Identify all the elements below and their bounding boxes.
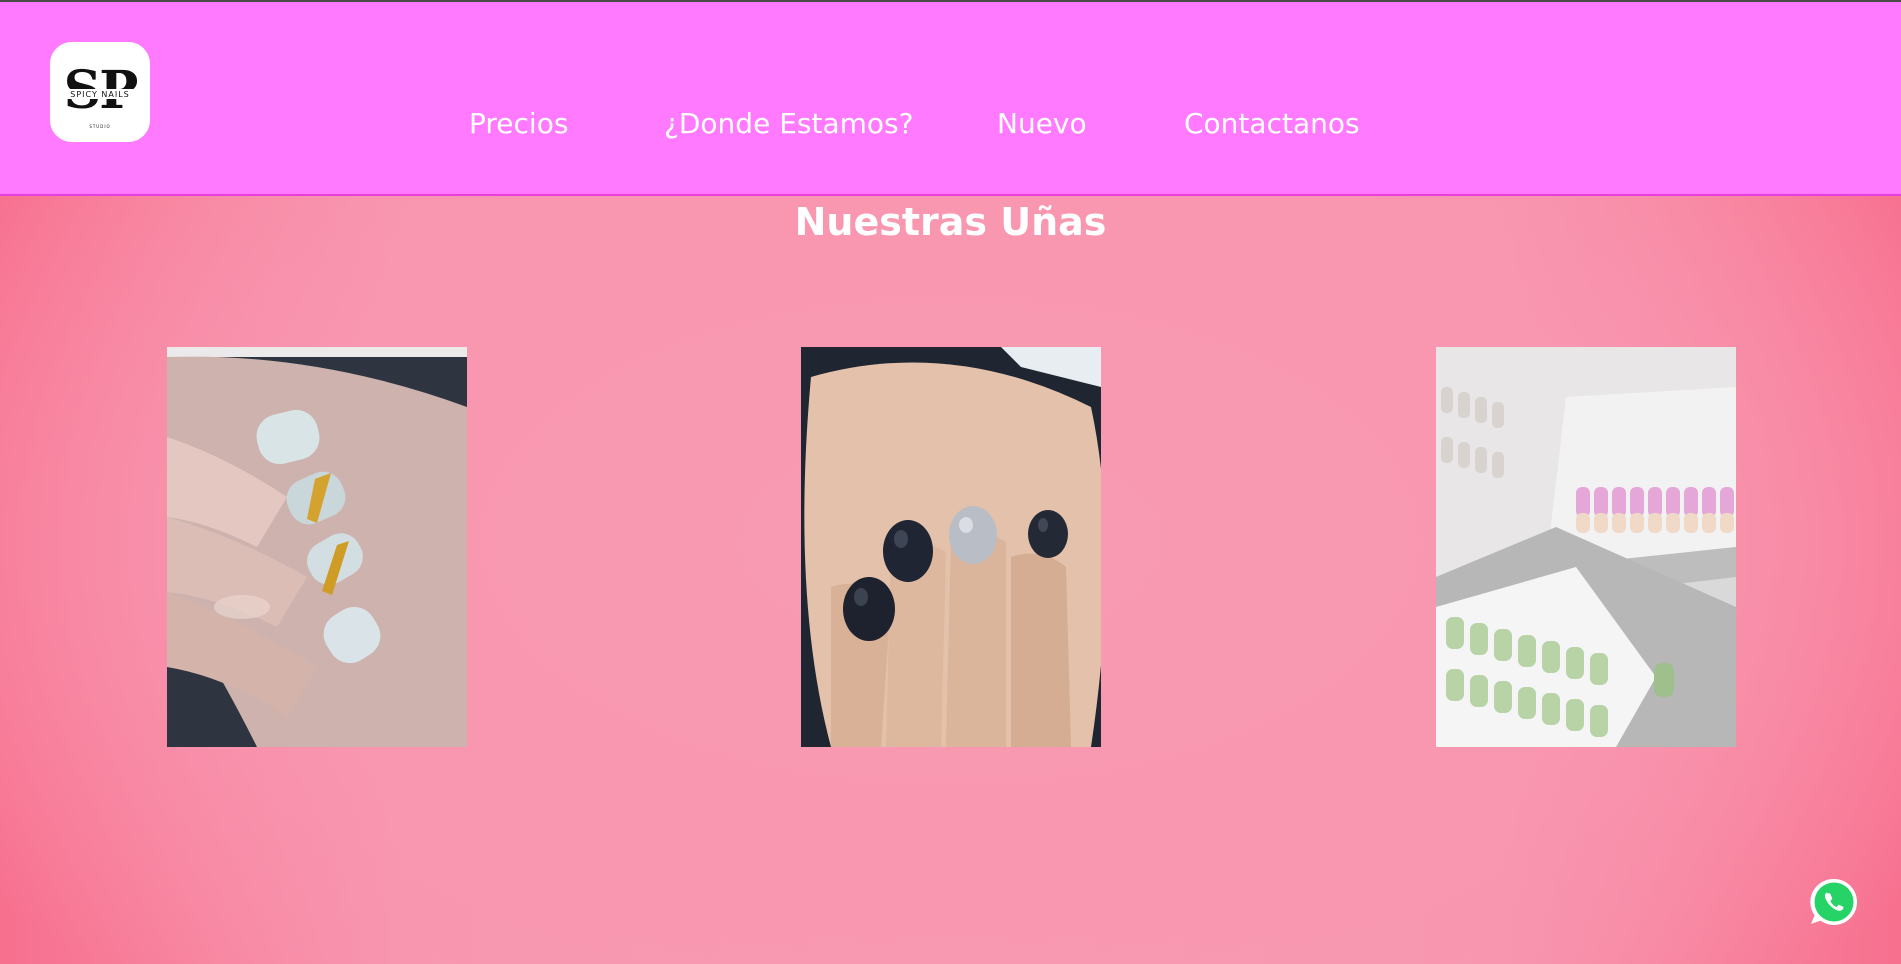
gallery-image-3 bbox=[1436, 347, 1736, 747]
nav-link-donde-estamos[interactable]: ¿Donde Estamos? bbox=[664, 104, 913, 144]
gallery-image-2 bbox=[801, 347, 1101, 747]
gallery-image-1 bbox=[167, 347, 467, 747]
nav-link-precios[interactable]: Precios bbox=[469, 104, 568, 144]
nav-link-nuevo[interactable]: Nuevo bbox=[997, 104, 1087, 144]
section-title: Nuestras Uñas bbox=[794, 200, 1107, 244]
site-header: SP SPICY NAILS STUDIO Precios ¿Donde Est… bbox=[0, 2, 1901, 196]
nav-link-contactanos[interactable]: Contactanos bbox=[1184, 104, 1360, 144]
main-nav: Precios ¿Donde Estamos? Nuevo Contactano… bbox=[0, 2, 1901, 194]
whatsapp-icon[interactable] bbox=[1808, 876, 1860, 928]
gallery-section: Nuestras Uñas bbox=[0, 196, 1901, 964]
